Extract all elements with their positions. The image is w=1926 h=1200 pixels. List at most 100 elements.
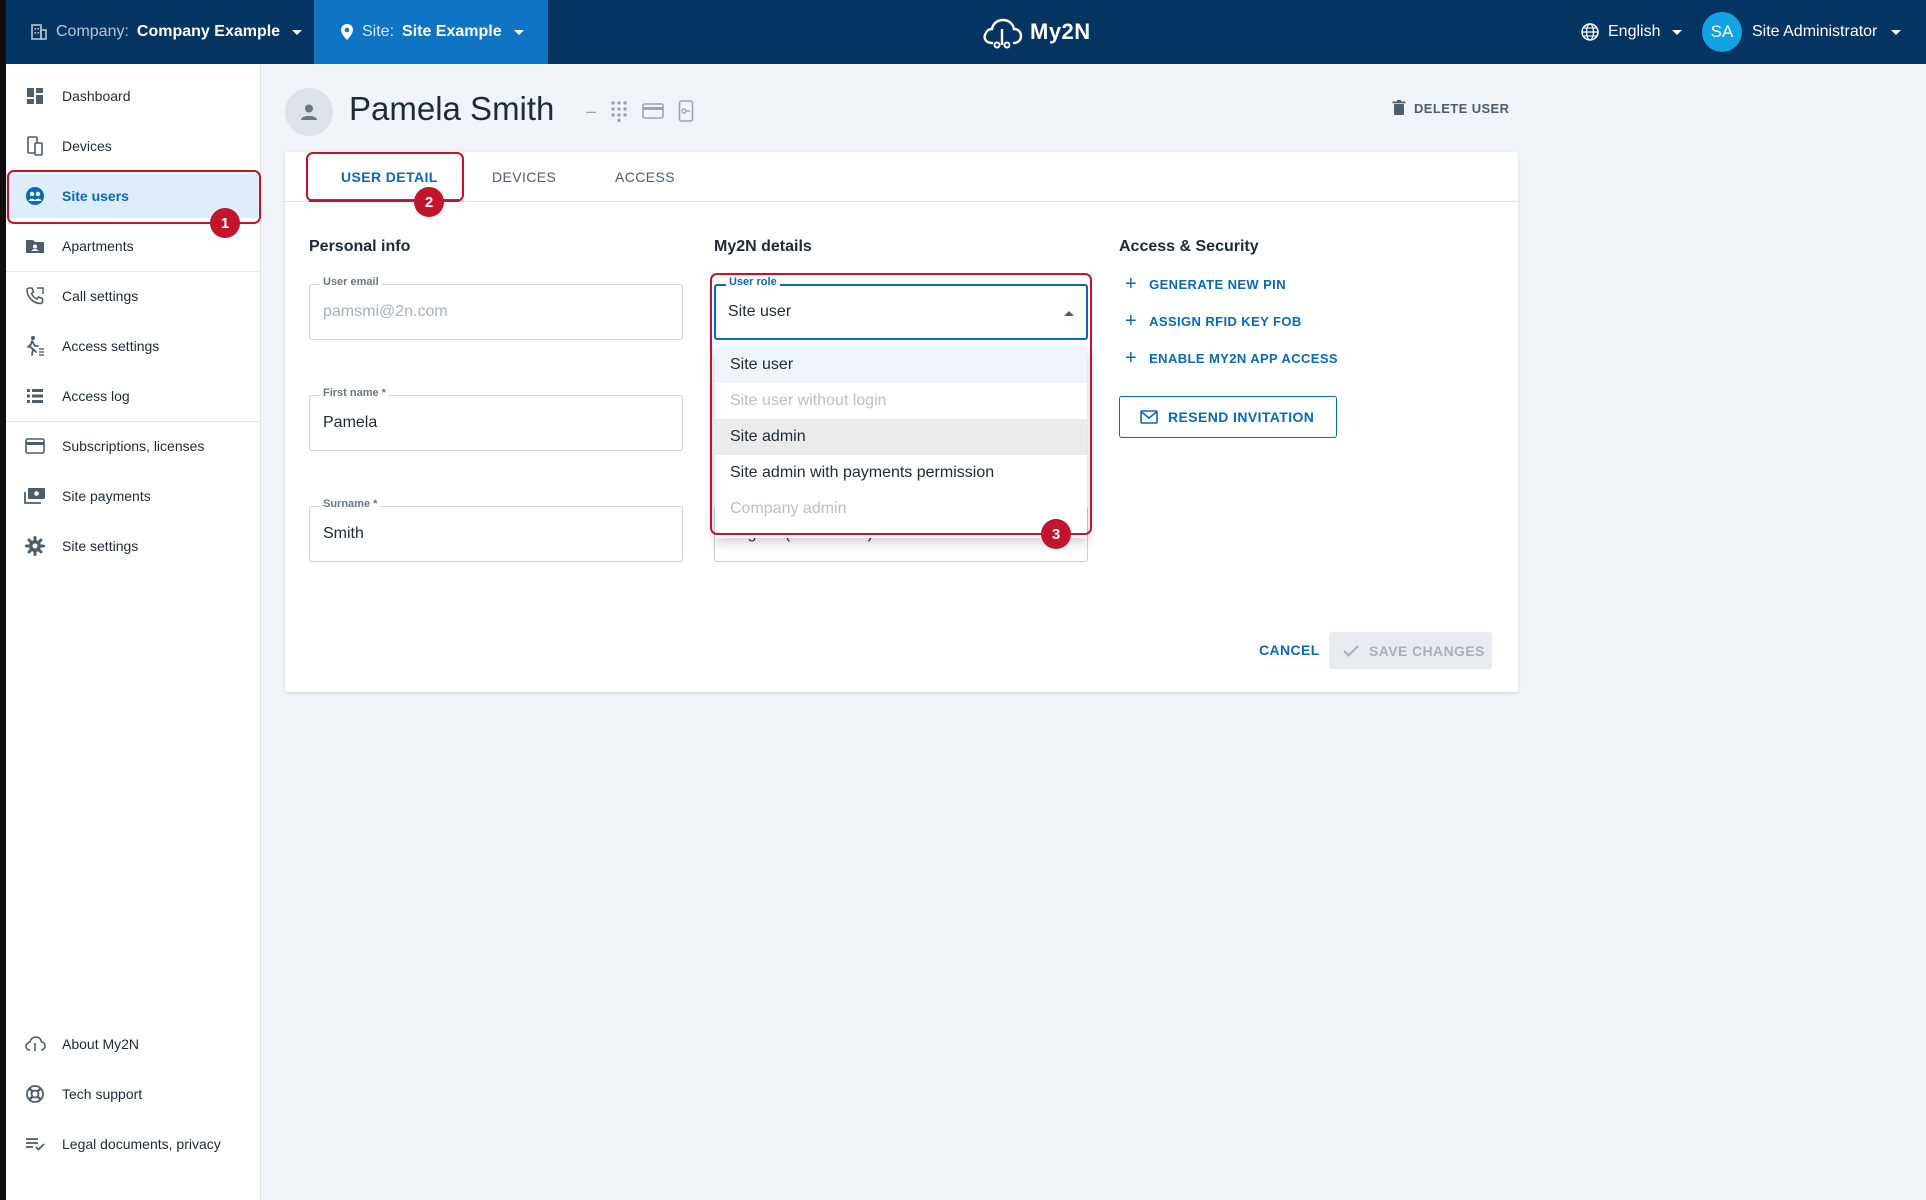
sidebar-divider [6,421,260,422]
sidebar-item-site-payments[interactable]: Site payments [6,474,260,518]
cancel-button[interactable]: CANCEL [1259,642,1320,658]
walking-icon [24,335,46,357]
sidebar-item-access-log[interactable]: Access log [6,374,260,418]
check-icon [1343,644,1359,657]
cloud-logo-icon [983,18,1023,49]
surname-value: Smith [323,525,364,542]
user-avatar [285,88,333,136]
generate-pin-button[interactable]: + GENERATE NEW PIN [1125,274,1286,294]
sidebar-item-label: Apartments [62,238,134,254]
delete-user-button[interactable]: DELETE USER [1392,100,1509,116]
sidebar-item-call-settings[interactable]: Call settings [6,274,260,318]
rfid-card-icon [642,103,664,119]
sidebar-divider [6,271,260,272]
annotation-badge-2: 2 [414,187,444,217]
personal-info-heading: Personal info [309,238,411,255]
tab-access[interactable]: ACCESS [615,152,675,202]
my2n-details-heading: My2N details [714,238,812,255]
user-email-field: User email pamsmi@2n.com [309,276,683,340]
resend-invitation-label: RESEND INVITATION [1168,409,1315,425]
sidebar-item-devices[interactable]: Devices [6,124,260,168]
first-name-value: Pamela [323,414,378,431]
sidebar-item-label: Tech support [62,1086,143,1102]
list-icon [24,385,46,407]
location-pin-icon [341,24,353,40]
chevron-down-icon [513,29,524,35]
chevron-down-icon [1891,29,1902,35]
plus-icon: + [1125,273,1138,295]
tab-bar: USER DETAIL DEVICES ACCESS [285,152,1518,202]
user-email-value: pamsmi@2n.com [323,303,448,320]
enable-app-access-button[interactable]: + ENABLE MY2N APP ACCESS [1125,348,1338,368]
user-name: Site Administrator [1752,23,1878,40]
chevron-down-icon [292,29,303,35]
checklist-icon [24,1133,46,1155]
sidebar-item-label: Access settings [62,338,160,354]
building-icon [31,24,47,40]
lifebuoy-icon [24,1083,46,1105]
first-name-label: First name * [320,387,389,399]
gear-icon [24,535,46,557]
tab-devices[interactable]: DEVICES [492,152,556,202]
sidebar-item-subscriptions[interactable]: Subscriptions, licenses [6,424,260,468]
annotation-badge-3: 3 [1041,519,1071,549]
user-email-label: User email [320,276,382,288]
sidebar-item-about[interactable]: About My2N [6,1022,260,1066]
card-icon [24,435,46,457]
sidebar-item-label: Devices [62,138,112,154]
my2n-logo[interactable]: My2N [980,0,1091,64]
generate-pin-label: GENERATE NEW PIN [1149,276,1286,292]
assign-rfid-label: ASSIGN RFID KEY FOB [1149,313,1302,329]
phone-icon [24,285,46,307]
logo-text: My2N [1030,19,1091,44]
language-selector[interactable]: English [1580,0,1683,64]
sidebar-item-legal[interactable]: Legal documents, privacy [6,1122,260,1166]
surname-field[interactable]: Surname * Smith [309,498,683,562]
chevron-down-icon [1672,29,1683,35]
keypad-icon [611,101,627,122]
page-title: Pamela Smith [349,90,555,127]
annotation-highlight-user-role [710,273,1092,535]
assign-rfid-button[interactable]: + ASSIGN RFID KEY FOB [1125,311,1302,331]
company-selector[interactable]: Company: Company Example [30,0,303,64]
top-bar: Company: Company Example Site: Site Exam… [6,0,1926,64]
sidebar-item-tech-support[interactable]: Tech support [6,1072,260,1116]
sidebar-item-label: Dashboard [62,88,131,104]
save-changes-button[interactable]: SAVE CHANGES [1329,632,1492,669]
sidebar-item-label: Site settings [62,538,139,554]
mail-icon [1140,410,1158,424]
company-label: Company: [56,23,129,40]
first-name-field[interactable]: First name * Pamela [309,387,683,451]
trash-icon [1392,100,1406,115]
resend-invitation-button[interactable]: RESEND INVITATION [1119,396,1337,438]
plus-icon: + [1125,310,1138,332]
user-credential-icons: – [586,100,694,122]
sidebar-item-label: Access log [62,388,130,404]
avatar: SA [1702,12,1742,52]
person-icon [301,104,317,120]
dash-indicator: – [586,100,597,121]
sidebar-item-label: Call settings [62,288,139,304]
annotation-badge-1: 1 [210,208,240,238]
sidebar-item-dashboard[interactable]: Dashboard [6,74,260,118]
surname-label: Surname * [320,498,381,510]
enable-app-access-label: ENABLE MY2N APP ACCESS [1149,350,1339,366]
user-menu[interactable]: SA Site Administrator [1702,0,1902,64]
site-selector[interactable]: Site: Site Example [314,0,548,64]
dashboard-icon [24,85,46,107]
sidebar-item-site-settings[interactable]: Site settings [6,524,260,568]
site-label: Site: [362,23,395,40]
devices-icon [24,135,46,157]
language-label: English [1608,23,1661,40]
company-name: Company Example [136,23,281,40]
plus-icon: + [1125,347,1138,369]
sidebar-item-access-settings[interactable]: Access settings [6,324,260,368]
delete-user-label: DELETE USER [1414,100,1510,116]
apartments-icon [24,235,46,257]
sidebar-item-label: Site payments [62,488,151,504]
sidebar-item-label: Legal documents, privacy [62,1136,221,1152]
site-name: Site Example [402,23,502,40]
sidebar-item-label: About My2N [62,1036,140,1052]
globe-icon [1581,23,1599,41]
cloud-icon [24,1033,46,1055]
